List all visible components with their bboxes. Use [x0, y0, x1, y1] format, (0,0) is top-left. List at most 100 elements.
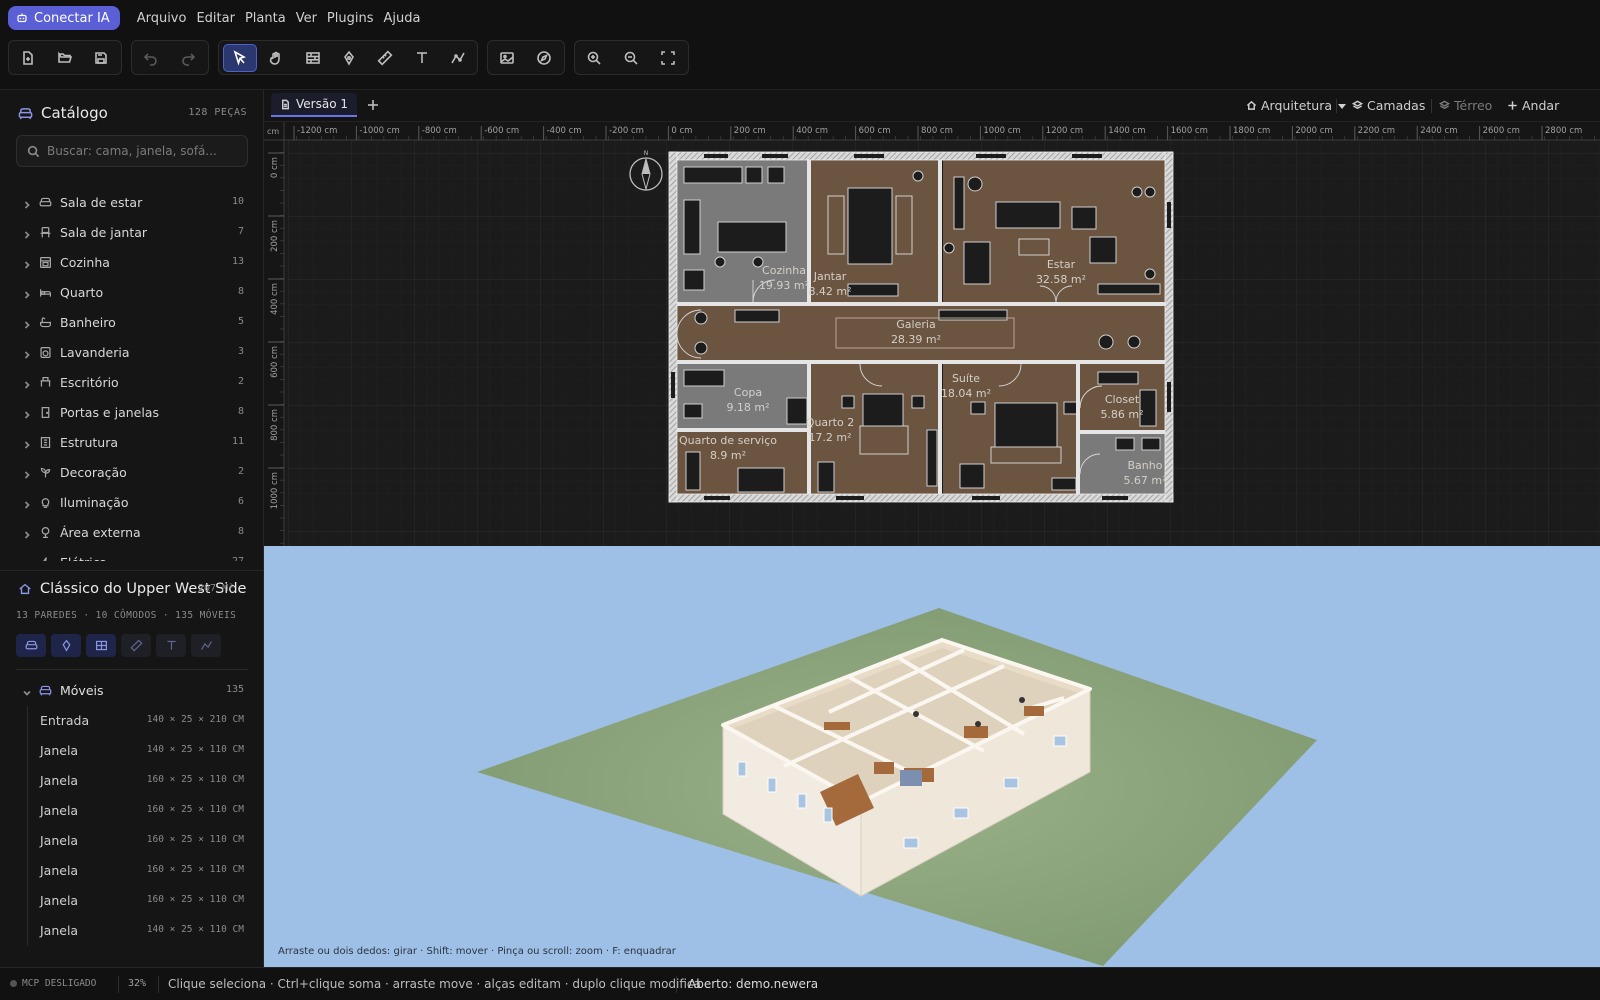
mode-dropdown[interactable]: Arquitetura — [1246, 98, 1348, 113]
nightstand[interactable] — [911, 395, 925, 409]
furniture-item-row[interactable]: Entrada 140 × 25 × 210 CM — [27, 706, 263, 736]
undo-button[interactable] — [137, 45, 165, 71]
lamp[interactable] — [1098, 334, 1114, 350]
filter-polyline-button[interactable] — [191, 634, 221, 657]
plant[interactable] — [694, 311, 708, 325]
room-name-label[interactable]: Suíte — [952, 372, 980, 385]
bed-suite[interactable] — [994, 402, 1058, 448]
zoom-in-button[interactable] — [580, 45, 608, 71]
plant[interactable] — [1131, 186, 1143, 198]
category-row[interactable]: Portas e janelas 8 — [0, 398, 263, 428]
bed-quarto-2[interactable] — [862, 393, 904, 427]
text-tool-button[interactable] — [408, 45, 436, 71]
category-row[interactable]: Elétrica 27 — [0, 548, 263, 561]
category-row[interactable]: Cozinha 13 — [0, 248, 263, 278]
viewport-3d[interactable]: Arraste ou dois dedos: girar · Shift: mo… — [264, 546, 1600, 967]
room-name-label[interactable]: Copa — [734, 386, 762, 399]
copa-appliance[interactable] — [683, 403, 703, 419]
redo-button[interactable] — [174, 45, 202, 71]
wall[interactable] — [1080, 430, 1165, 434]
dining-table[interactable] — [847, 187, 893, 265]
wall[interactable] — [677, 428, 807, 432]
bench[interactable] — [734, 309, 780, 323]
service-bed[interactable] — [737, 467, 785, 493]
tab-version-1[interactable]: Versão 1 — [271, 93, 357, 117]
fit-screen-button[interactable] — [654, 45, 682, 71]
furniture-item-row[interactable]: Janela 140 × 25 × 110 CM — [27, 736, 263, 766]
toilet[interactable] — [1141, 437, 1161, 451]
category-row[interactable]: Sala de estar 10 — [0, 188, 263, 218]
sofa[interactable] — [995, 201, 1061, 229]
add-version-button[interactable] — [364, 96, 382, 114]
dresser[interactable] — [1051, 477, 1077, 491]
room-name-label[interactable]: Jantar — [813, 270, 847, 283]
filter-nodes-button[interactable] — [51, 634, 81, 657]
image-tool-button[interactable] — [493, 45, 521, 71]
category-row[interactable]: Quarto 8 — [0, 278, 263, 308]
menu-editar[interactable]: Editar — [191, 11, 240, 26]
viewport-3d-canvas[interactable] — [264, 546, 1600, 967]
plant[interactable] — [1144, 186, 1156, 198]
floor-selector[interactable]: Térreo — [1439, 98, 1492, 113]
filter-walls-button[interactable] — [86, 634, 116, 657]
select-tool-button[interactable] — [223, 44, 257, 72]
open-file-button[interactable] — [51, 45, 79, 71]
wall-tool-button[interactable] — [299, 45, 327, 71]
room-name-label[interactable]: Cozinha — [762, 264, 806, 277]
category-row[interactable]: Estrutura 11 — [0, 428, 263, 458]
room-name-label[interactable]: Closet — [1105, 393, 1140, 406]
category-row[interactable]: Área externa 8 — [0, 518, 263, 548]
wardrobe[interactable] — [926, 429, 938, 487]
wall[interactable] — [668, 493, 1174, 503]
polyline-tool-button[interactable] — [444, 45, 472, 71]
category-row[interactable]: Lavanderia 3 — [0, 338, 263, 368]
wall[interactable] — [807, 364, 811, 494]
furniture-item-row[interactable]: Janela 160 × 25 × 110 CM — [27, 886, 263, 916]
furniture-item-row[interactable]: Janela 160 × 25 × 110 CM — [27, 856, 263, 886]
pan-tool-button[interactable] — [262, 45, 290, 71]
desk[interactable] — [817, 461, 835, 493]
menu-ver[interactable]: Ver — [291, 11, 322, 26]
room-name-label[interactable]: Banho — [1128, 459, 1163, 472]
wall[interactable] — [668, 151, 678, 503]
menu-planta[interactable]: Planta — [240, 11, 291, 26]
room-name-label[interactable]: Estar — [1047, 258, 1076, 271]
floor-plan-canvas[interactable]: cm -1200 cm -1000 cm -800 cm -600 cm -400 cm… — [264, 122, 1600, 546]
sideboard[interactable] — [847, 283, 899, 297]
kitchen-appliance[interactable] — [683, 269, 705, 291]
mcp-status[interactable]: MCP DESLIGADO — [10, 978, 96, 989]
wall[interactable] — [677, 302, 1165, 306]
category-row[interactable]: Iluminação 6 — [0, 488, 263, 518]
menu-arquivo[interactable]: Arquivo — [132, 11, 192, 26]
kitchen-appliance[interactable] — [767, 166, 785, 184]
wall[interactable] — [938, 160, 942, 302]
category-row[interactable]: Decoração 2 — [0, 458, 263, 488]
connect-ai-button[interactable]: Conectar IA — [8, 6, 120, 30]
menu-plugins[interactable]: Plugins — [322, 11, 379, 26]
wall[interactable] — [938, 364, 942, 494]
room-name-label[interactable]: Quarto 2 — [806, 416, 854, 429]
kitchen-island[interactable] — [717, 221, 787, 253]
tv-panel[interactable] — [953, 176, 965, 230]
furniture-group-row[interactable]: Móveis 135 — [0, 676, 263, 706]
nightstand[interactable] — [841, 395, 855, 409]
category-row[interactable]: Escritório 2 — [0, 368, 263, 398]
menu-ajuda[interactable]: Ajuda — [379, 11, 426, 26]
room-name-label[interactable]: Quarto de serviço — [679, 434, 777, 447]
zoom-out-button[interactable] — [617, 45, 645, 71]
kitchen-counter[interactable] — [683, 199, 701, 255]
sink[interactable] — [1115, 437, 1135, 451]
filter-measure-button[interactable] — [121, 634, 151, 657]
wall[interactable] — [677, 360, 1165, 364]
plant[interactable] — [694, 341, 708, 355]
filter-furniture-button[interactable] — [16, 634, 46, 657]
kitchen-appliance[interactable] — [745, 166, 763, 184]
service-wardrobe[interactable] — [685, 451, 701, 491]
plant[interactable] — [1144, 268, 1156, 280]
lamp[interactable] — [967, 176, 983, 192]
stool[interactable] — [714, 256, 726, 268]
closet-shelf[interactable] — [1097, 371, 1139, 385]
armchair[interactable] — [1071, 206, 1097, 230]
kitchen-counter[interactable] — [683, 166, 743, 184]
armchair[interactable] — [1089, 236, 1117, 264]
